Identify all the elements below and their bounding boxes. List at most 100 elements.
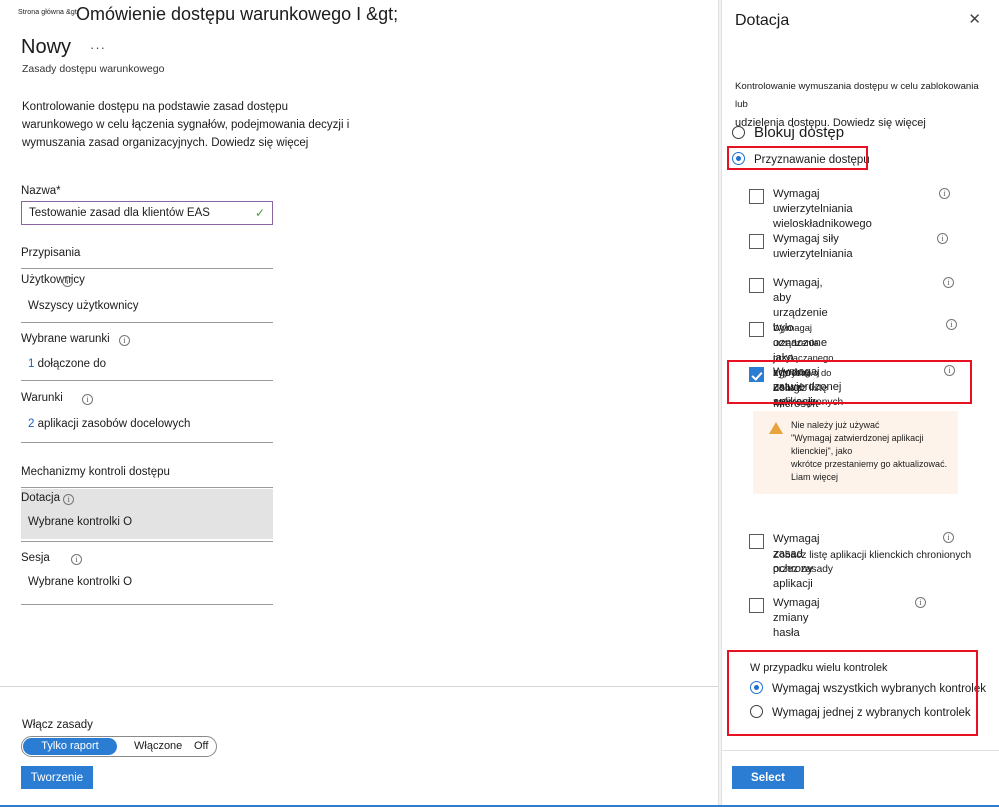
flyout-description-line1: Kontrolowanie wymuszania dostępu w celu … (735, 81, 979, 110)
radio-label-require-all: Wymagaj wszystkich wybranych kontrolek (772, 683, 986, 695)
checkbox-row-password-change[interactable]: Wymagaj zmiany hasła i (749, 597, 926, 639)
divider (21, 268, 273, 269)
flyout-footer-divider (722, 750, 999, 751)
info-icon-compliant-device[interactable]: i (943, 277, 954, 288)
conditions-text: aplikacji zasobów docelowych (37, 418, 191, 430)
checkbox-icon-compliant-device[interactable] (749, 278, 764, 294)
radio-icon-block-access[interactable] (732, 126, 745, 139)
conditions-label: Warunki i (21, 392, 93, 405)
checkmark-icon: ✓ (254, 206, 265, 220)
selected-conditions-count: 1 (28, 358, 35, 370)
grant-label: Dotacja i (21, 492, 75, 505)
checkbox-label-auth-strength-line1: Wymagaj siły (773, 233, 839, 245)
selected-conditions-text: dołączone do (37, 358, 107, 370)
radio-block-access[interactable]: Blokuj dostęp (732, 124, 844, 142)
left-policy-pane: Strona główna &gt; Omówienie dostępu war… (0, 0, 718, 807)
divider (21, 442, 273, 443)
checkbox-row-mfa[interactable]: Wymagaj uwierzytelniania wieloskładnikow… (749, 188, 950, 230)
new-policy-heading: Nowy (21, 36, 72, 58)
divider (21, 541, 273, 542)
users-label: Użytkownicy (21, 274, 85, 286)
radio-label-grant-access: Przyznawanie dostępu (754, 154, 870, 166)
checkbox-icon-app-protection[interactable] (749, 534, 764, 550)
grant-label-text: Dotacja (21, 492, 60, 504)
app-root: Strona główna &gt; Omówienie dostępu war… (0, 0, 999, 807)
enable-policy-label: Włącz zasady (22, 719, 93, 731)
info-icon-password-change[interactable]: i (915, 597, 926, 608)
conditions-label-text: Warunki (21, 392, 63, 404)
toggle-option-on[interactable]: Włączone (134, 737, 182, 756)
checkbox-label-auth-strength: Wymagaj siły uwierzytelniania (773, 232, 853, 262)
checkbox-label-auth-strength-line2: uwierzytelniania (773, 248, 853, 260)
select-button[interactable]: Select (732, 766, 804, 789)
divider (21, 604, 273, 605)
info-icon-mfa[interactable]: i (939, 188, 950, 199)
breadcrumb[interactable]: Strona główna &gt; (18, 9, 79, 16)
info-icon-app-protection[interactable]: i (943, 532, 954, 543)
warning-icon (769, 422, 783, 434)
selected-conditions-value[interactable]: 1 dołączone do (28, 358, 106, 370)
more-options-button[interactable]: ··· (90, 40, 106, 55)
users-value[interactable]: Wszyscy użytkownicy (28, 300, 139, 312)
checkbox-sublabel-app-protection[interactable]: Zobacz listę aplikacji klienckich chroni… (773, 549, 988, 577)
page-subtitle: Zasady dostępu warunkowego (22, 63, 165, 75)
radio-require-all[interactable]: Wymagaj wszystkich wybranych kontrolek (750, 681, 986, 695)
checkbox-row-hybrid-join[interactable]: Wymagaj urządzenia przyłączanego hybrydo… (749, 319, 957, 426)
checkbox-row-approved-app[interactable]: Wymagaj zatwierdzonej aplikacji kliencki… (749, 365, 955, 436)
checkbox-label-mfa-line2: wieloskładnikowego (773, 218, 872, 230)
name-input-wrapper[interactable]: ✓ (21, 201, 273, 225)
access-controls-header: Mechanizmy kontroli dostępu (21, 466, 170, 478)
session-label-text: Sesja (21, 552, 50, 564)
page-title: Omówienie dostępu warunkowego I &gt; (76, 4, 399, 24)
radio-require-one[interactable]: Wymagaj jednej z wybranych kontrolek (750, 705, 971, 719)
checkbox-icon-password-change[interactable] (749, 598, 764, 614)
radio-icon-grant-access[interactable] (732, 152, 745, 165)
info-icon-selected-conditions[interactable]: i (118, 335, 130, 346)
info-icon-users[interactable]: i (62, 276, 73, 287)
warning-line4[interactable]: Liam więcej (791, 471, 949, 484)
info-icon-session[interactable]: i (70, 554, 82, 565)
info-icon-auth-strength[interactable]: i (937, 233, 948, 244)
create-button[interactable]: Tworzenie (21, 766, 93, 789)
warning-line1: Nie należy już używać (791, 420, 880, 430)
checkbox-label-password-change: Wymagaj zmiany hasła (773, 597, 820, 639)
info-icon-hybrid-join[interactable]: i (946, 319, 957, 330)
checkbox-icon-mfa[interactable] (749, 189, 764, 205)
radio-label-block-access: Blokuj dostęp (754, 124, 845, 141)
users-label-text: Użytkownicy (21, 274, 85, 286)
multi-control-header: W przypadku wielu kontrolek (750, 662, 888, 674)
checkbox-icon-approved-app[interactable] (749, 367, 764, 383)
conditions-count: 2 (28, 418, 35, 430)
info-icon-approved-app[interactable]: i (944, 365, 955, 376)
checkbox-icon-auth-strength[interactable] (749, 234, 764, 250)
checkbox-row-app-protection[interactable]: Wymagaj zasad ochrony aplikacji Zobacz l… (749, 532, 971, 590)
close-icon[interactable]: ✕ (968, 12, 981, 28)
warning-line2: "Wymagaj zatwierdzonej aplikacji klienck… (791, 433, 924, 456)
checkbox-row-compliant-device[interactable]: Wymagaj, aby urządzenie było oznaczone j… (749, 277, 954, 379)
info-icon-conditions[interactable]: i (81, 394, 93, 405)
selected-conditions-label-text: Wybrane warunki (21, 333, 110, 345)
toggle-option-off[interactable]: Off (194, 737, 208, 756)
grant-value[interactable]: Wybrane kontrolki O (28, 516, 132, 528)
conditions-value[interactable]: 2 aplikacji zasobów docelowych (28, 418, 190, 430)
session-value[interactable]: Wybrane kontrolki O (28, 576, 132, 588)
enable-policy-toggle[interactable]: Tylko raport Włączone Off (21, 736, 217, 757)
intro-text: Kontrolowanie dostępu na podstawie zasad… (22, 101, 350, 149)
info-icon-grant[interactable]: i (63, 494, 75, 505)
radio-icon-require-one[interactable] (750, 705, 763, 718)
assignments-header: Przypisania (21, 247, 81, 259)
checkbox-row-auth-strength[interactable]: Wymagaj siły uwierzytelniania i (749, 233, 948, 260)
divider (21, 322, 273, 323)
checkbox-icon-hybrid-join[interactable] (749, 322, 764, 338)
divider (21, 380, 273, 381)
toggle-option-report-only[interactable]: Tylko raport (23, 738, 117, 755)
name-label: Nazwa* (21, 185, 61, 197)
radio-label-require-one: Wymagaj jednej z wybranych kontrolek (772, 707, 971, 719)
footer-divider (0, 686, 718, 687)
warning-line3: wkrótce przestaniemy go aktualizować. (791, 459, 948, 469)
radio-icon-require-all[interactable] (750, 681, 763, 694)
flyout-title: Dotacja (735, 12, 790, 29)
name-input[interactable] (22, 206, 255, 220)
deprecation-warning-box: Nie należy już używać "Wymagaj zatwierdz… (753, 411, 958, 494)
radio-grant-access[interactable]: Przyznawanie dostępu (732, 150, 870, 168)
